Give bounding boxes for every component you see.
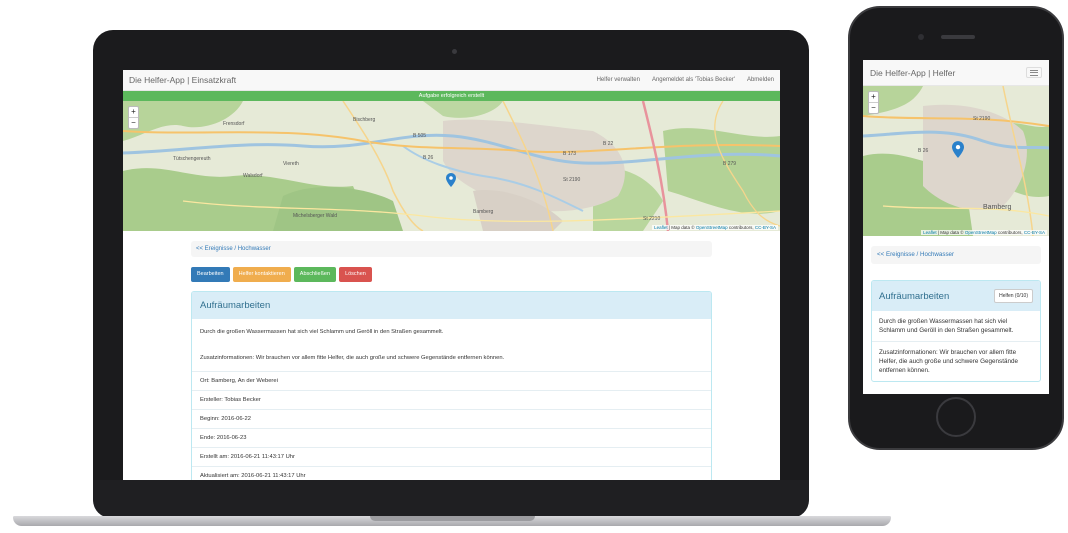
map-place-label: B 279	[723, 161, 737, 167]
leaflet-link[interactable]: Leaflet	[654, 225, 668, 230]
help-button[interactable]: Helfen (0/10)	[994, 289, 1033, 303]
navbar: Die Helfer-App | Einsatzkraft Helfer ver…	[123, 70, 780, 91]
map-place-label: B 173	[563, 151, 577, 157]
navbar-right: Helfer verwalten Angemeldet als 'Tobias …	[597, 77, 774, 83]
phone-task-panel: Aufräumarbeiten Helfen (0/10) Durch die …	[871, 280, 1041, 382]
map-place-label: B 22	[603, 141, 614, 147]
phone-screen: Die Helfer-App | Helfer + − Leaflet | Ma…	[863, 60, 1049, 394]
map-place-label: Bischberg	[353, 117, 376, 123]
phone-map-attribution: Leaflet | Map data © OpenStreetMap contr…	[921, 230, 1047, 235]
phone-map-place-label: Bamberg	[983, 204, 1012, 211]
phone-map-tiles	[863, 86, 1049, 236]
laptop-notch	[370, 516, 535, 521]
phone-map-zoom-out-button[interactable]: −	[869, 102, 878, 113]
map-place-label: St 2210	[643, 216, 661, 222]
map-zoom-control: + −	[128, 106, 139, 129]
task-creator: Ersteller: Tobias Becker	[192, 390, 711, 409]
map-attribution: Leaflet | Map data © OpenStreetMap contr…	[652, 225, 778, 230]
phone-attribution-contrib: contributors,	[996, 230, 1024, 235]
osm-link[interactable]: OpenStreetMap	[696, 225, 728, 230]
phone-task-panel-heading: Aufräumarbeiten Helfen (0/10)	[872, 281, 1040, 311]
task-description: Durch die großen Wassermassen hat sich v…	[200, 329, 444, 335]
map-tiles	[123, 101, 780, 231]
action-buttons: Bearbeiten Helfer kontaktieren Abschließ…	[191, 267, 712, 282]
map-place-label: Frensdorf	[223, 121, 245, 127]
success-alert: Aufgabe erfolgreich erstellt	[123, 91, 780, 101]
phone-home-button[interactable]	[936, 397, 976, 437]
phone-attribution-text: | Map data ©	[936, 230, 965, 235]
task-additional-info: Zusatzinformationen: Wir brauchen vor al…	[200, 355, 505, 361]
attribution-contrib: contributors,	[727, 225, 755, 230]
edit-button[interactable]: Bearbeiten	[191, 267, 230, 282]
breadcrumb[interactable]: << Ereignisse / Hochwasser	[191, 241, 712, 257]
nav-logout-link[interactable]: Abmelden	[747, 77, 774, 83]
task-end: Ende: 2016-06-23	[192, 428, 711, 447]
phone-map-place-label: B 26	[918, 148, 929, 154]
phone-task-description: Durch die großen Wassermassen hat sich v…	[879, 318, 1014, 334]
phone-speaker	[941, 35, 975, 39]
map-zoom-in-button[interactable]: +	[129, 107, 138, 117]
phone-navbar: Die Helfer-App | Helfer	[863, 60, 1049, 86]
attribution-text: | Map data ©	[667, 225, 696, 230]
phone-task-additional-info: Zusatzinformationen: Wir brauchen vor al…	[872, 341, 1040, 381]
phone-breadcrumb[interactable]: << Ereignisse / Hochwasser	[871, 246, 1041, 264]
main-content: << Ereignisse / Hochwasser Bearbeiten He…	[123, 231, 780, 480]
map-place-label: St 2190	[563, 177, 581, 183]
phone-map[interactable]: + − Leaflet | Map data © OpenStreetMap c…	[863, 86, 1049, 236]
navbar-brand[interactable]: Die Helfer-App | Einsatzkraft	[129, 75, 236, 85]
map-place-label: Viereth	[283, 161, 299, 167]
map-place-label: Walsdorf	[243, 173, 263, 179]
task-created-at: Erstellt am: 2016-06-21 11:43:17 Uhr	[192, 447, 711, 466]
map-place-label: Michelsberger Wald	[293, 213, 337, 219]
phone-map-place-label: St 2190	[973, 116, 991, 122]
phone-task-title: Aufräumarbeiten	[879, 290, 950, 302]
laptop-camera	[452, 49, 457, 54]
nav-manage-helpers-link[interactable]: Helfer verwalten	[597, 77, 640, 83]
delete-button[interactable]: Löschen	[339, 267, 372, 282]
laptop-chin	[93, 480, 809, 518]
task-title: Aufräumarbeiten	[192, 292, 711, 319]
task-updated-at: Aktualisiert am: 2016-06-21 11:43:17 Uhr	[192, 466, 711, 480]
hamburger-menu-icon[interactable]	[1026, 67, 1042, 78]
task-panel: Aufräumarbeiten Durch die großen Wasserm…	[191, 291, 712, 480]
device-mockup-stage: Die Helfer-App | Einsatzkraft Helfer ver…	[0, 0, 1068, 533]
phone-navbar-brand[interactable]: Die Helfer-App | Helfer	[870, 68, 955, 78]
map-marker-icon[interactable]	[446, 173, 456, 187]
nav-logged-in-as: Angemeldet als 'Tobias Becker'	[651, 77, 735, 83]
phone-license-link[interactable]: CC-BY-SA	[1024, 230, 1045, 235]
phone-map-zoom-control: + −	[868, 91, 879, 114]
phone-camera	[918, 34, 924, 40]
license-link[interactable]: CC-BY-SA	[755, 225, 776, 230]
phone-main-content: << Ereignisse / Hochwasser Aufräumarbeit…	[863, 236, 1049, 392]
phone-leaflet-link[interactable]: Leaflet	[923, 230, 937, 235]
complete-button[interactable]: Abschließen	[293, 267, 337, 282]
task-location: Ort: Bamberg, An der Weberei	[192, 371, 711, 390]
map-zoom-out-button[interactable]: −	[129, 117, 138, 128]
map[interactable]: + − Leaflet | Map data © OpenStreetMap c…	[123, 101, 780, 231]
phone-map-marker-icon[interactable]	[952, 141, 964, 158]
laptop-screen: Die Helfer-App | Einsatzkraft Helfer ver…	[123, 70, 780, 480]
contact-helpers-button[interactable]: Helfer kontaktieren	[232, 267, 291, 282]
phone-map-zoom-in-button[interactable]: +	[869, 92, 878, 102]
map-place-label: B 505	[413, 133, 427, 139]
task-start: Beginn: 2016-06-22	[192, 409, 711, 428]
map-place-label: Tütschengereuth	[173, 156, 211, 162]
map-place-label: Bamberg	[473, 209, 494, 215]
map-place-label: B 26	[423, 155, 434, 161]
phone-osm-link[interactable]: OpenStreetMap	[965, 230, 997, 235]
